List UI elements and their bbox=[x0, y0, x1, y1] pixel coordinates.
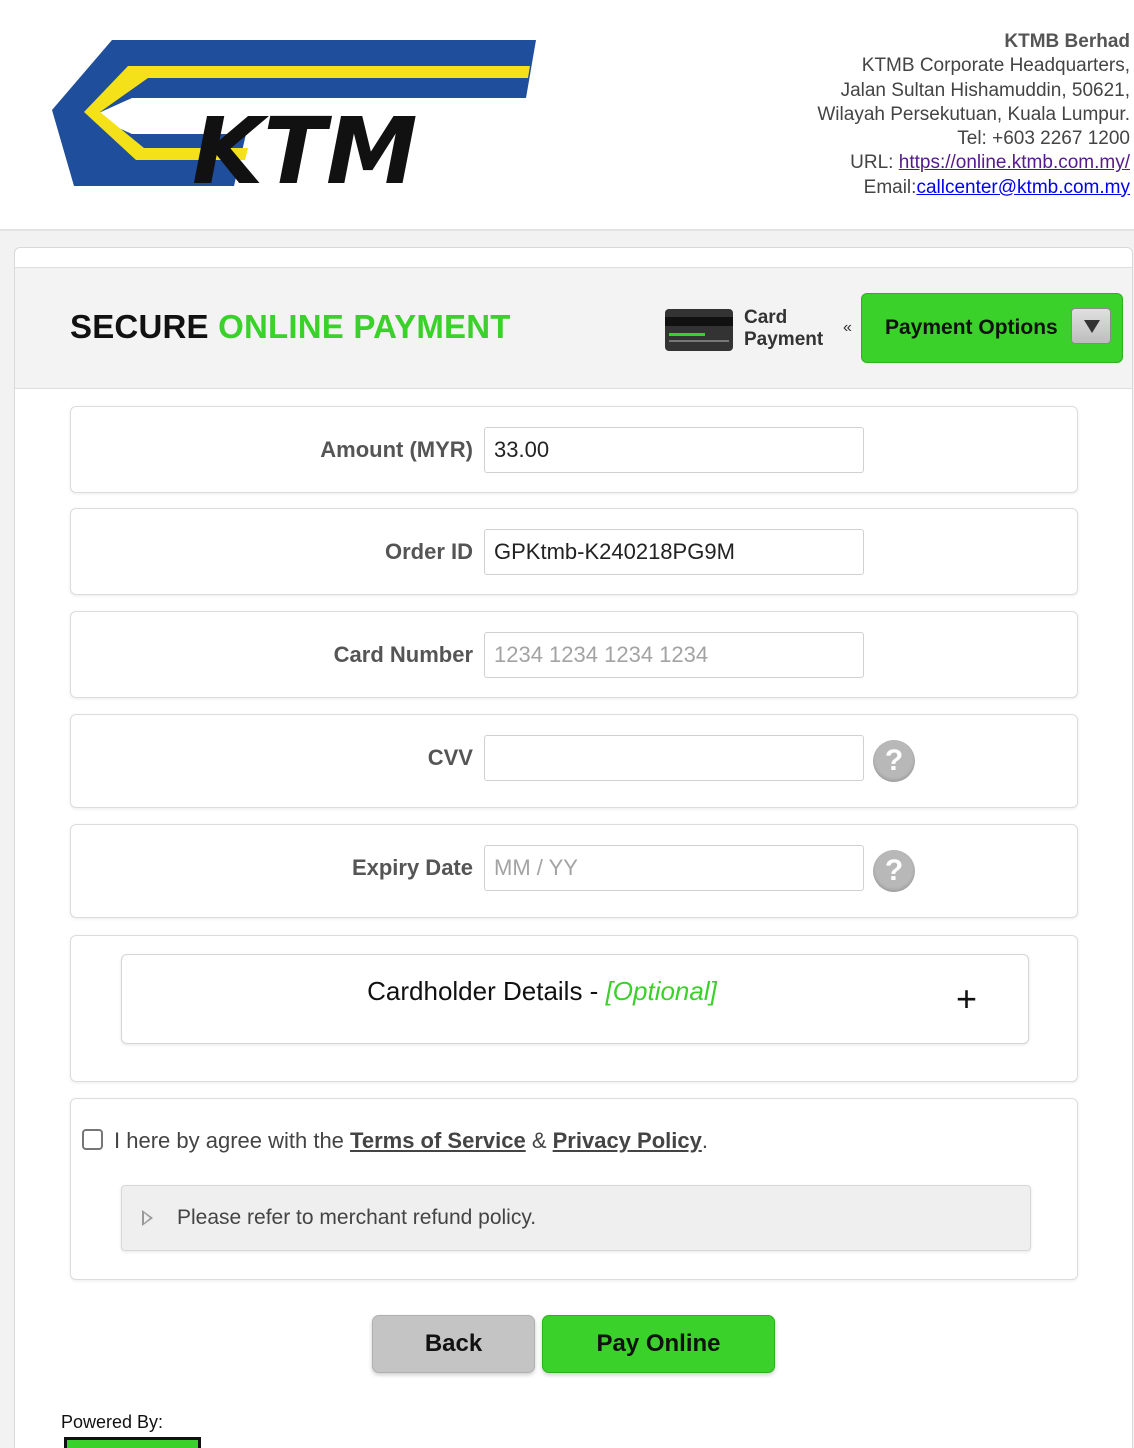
company-tel: Tel: +603 2267 1200 bbox=[957, 128, 1130, 150]
agree-amp: & bbox=[525, 1128, 553, 1153]
company-url-row: URL: https://online.ktmb.com.my/ bbox=[817, 151, 1130, 175]
page-title: SECURE ONLINE PAYMENT bbox=[70, 308, 511, 346]
agree-text: I here by agree with the Terms of Servic… bbox=[114, 1128, 708, 1154]
chevron-left-icon: « bbox=[843, 319, 852, 336]
help-icon[interactable]: ? bbox=[873, 850, 915, 892]
agree-period: . bbox=[701, 1128, 708, 1153]
credit-card-icon bbox=[665, 309, 733, 351]
cardholder-section: Cardholder Details - [Optional] + bbox=[70, 935, 1078, 1082]
address-line: Jalan Sultan Hishamuddin, 50621, bbox=[840, 79, 1130, 101]
cardholder-toggle[interactable]: Cardholder Details - [Optional] + bbox=[121, 954, 1029, 1044]
refund-policy-text: Please refer to merchant refund policy. bbox=[177, 1206, 537, 1229]
payment-panel: SECURE ONLINE PAYMENT Card Payment « Pay… bbox=[14, 247, 1133, 1448]
amount-field[interactable] bbox=[484, 427, 864, 473]
back-button[interactable]: Back bbox=[372, 1315, 535, 1373]
powered-by-label: Powered By: bbox=[61, 1412, 164, 1432]
company-email-row: Email:callcenter@ktmb.com.my bbox=[817, 176, 1130, 200]
card-payment-label: Card Payment bbox=[744, 307, 823, 351]
address-line: Wilayah Persekutuan, Kuala Lumpur. bbox=[817, 103, 1130, 125]
payment-header: SECURE ONLINE PAYMENT Card Payment « Pay… bbox=[15, 267, 1132, 389]
pay-online-button[interactable]: Pay Online bbox=[542, 1315, 775, 1373]
payment-provider-logo bbox=[64, 1437, 201, 1448]
terms-of-service-link[interactable]: Terms of Service bbox=[350, 1128, 526, 1153]
card-payment-line1: Card bbox=[744, 307, 788, 328]
help-icon[interactable]: ? bbox=[873, 740, 915, 782]
company-name: KTMB Berhad bbox=[1004, 31, 1130, 52]
cardholder-title-text: Cardholder Details - bbox=[367, 976, 606, 1006]
order-id-label: Order ID bbox=[384, 539, 473, 564]
card-number-row: Card Number bbox=[70, 611, 1078, 698]
card-number-label: Card Number bbox=[333, 642, 473, 667]
company-url-link[interactable]: https://online.ktmb.com.my/ bbox=[899, 152, 1130, 173]
order-id-field[interactable] bbox=[484, 529, 864, 575]
title-secure: SECURE bbox=[70, 308, 219, 345]
agreement-section: I here by agree with the Terms of Servic… bbox=[70, 1098, 1078, 1280]
logo-text: KTM bbox=[192, 98, 418, 186]
agree-prefix: I here by agree with the bbox=[114, 1128, 351, 1153]
cvv-row: CVV ? bbox=[70, 714, 1078, 808]
plus-icon[interactable]: + bbox=[956, 979, 977, 1019]
title-online-payment: ONLINE PAYMENT bbox=[218, 308, 511, 345]
cvv-input[interactable] bbox=[484, 735, 864, 781]
card-number-input[interactable] bbox=[484, 632, 864, 678]
amount-label: Amount (MYR) bbox=[320, 437, 473, 462]
email-label: Email: bbox=[863, 176, 917, 198]
payment-options-label: Payment Options bbox=[885, 316, 1058, 339]
dropdown-arrow-icon[interactable] bbox=[1071, 308, 1111, 344]
ktm-logo: KTM bbox=[52, 40, 536, 186]
agree-checkbox[interactable] bbox=[82, 1129, 103, 1150]
expiry-input[interactable] bbox=[484, 845, 864, 891]
privacy-policy-link[interactable]: Privacy Policy bbox=[553, 1128, 702, 1153]
url-label: URL: bbox=[850, 152, 899, 174]
refund-policy-toggle[interactable]: Please refer to merchant refund policy. bbox=[121, 1185, 1031, 1251]
address-line: KTMB Corporate Headquarters, bbox=[861, 55, 1130, 77]
card-payment-line2: Payment bbox=[744, 329, 824, 350]
optional-tag: [Optional] bbox=[605, 976, 717, 1006]
company-info: KTMB Berhad KTMB Corporate Headquarters,… bbox=[817, 30, 1130, 200]
cardholder-title: Cardholder Details - [Optional] bbox=[122, 976, 962, 1007]
amount-row: Amount (MYR) bbox=[70, 406, 1078, 493]
payment-options-button[interactable]: Payment Options bbox=[861, 293, 1123, 363]
expiry-label: Expiry Date bbox=[351, 855, 473, 880]
page-header: KTM KTMB Berhad KTMB Corporate Headquart… bbox=[0, 0, 1134, 231]
order-id-row: Order ID bbox=[70, 508, 1078, 595]
triangle-right-icon bbox=[142, 1210, 153, 1226]
cvv-label: CVV bbox=[427, 745, 473, 770]
expiry-row: Expiry Date ? bbox=[70, 824, 1078, 918]
company-email-link[interactable]: callcenter@ktmb.com.my bbox=[916, 177, 1130, 198]
